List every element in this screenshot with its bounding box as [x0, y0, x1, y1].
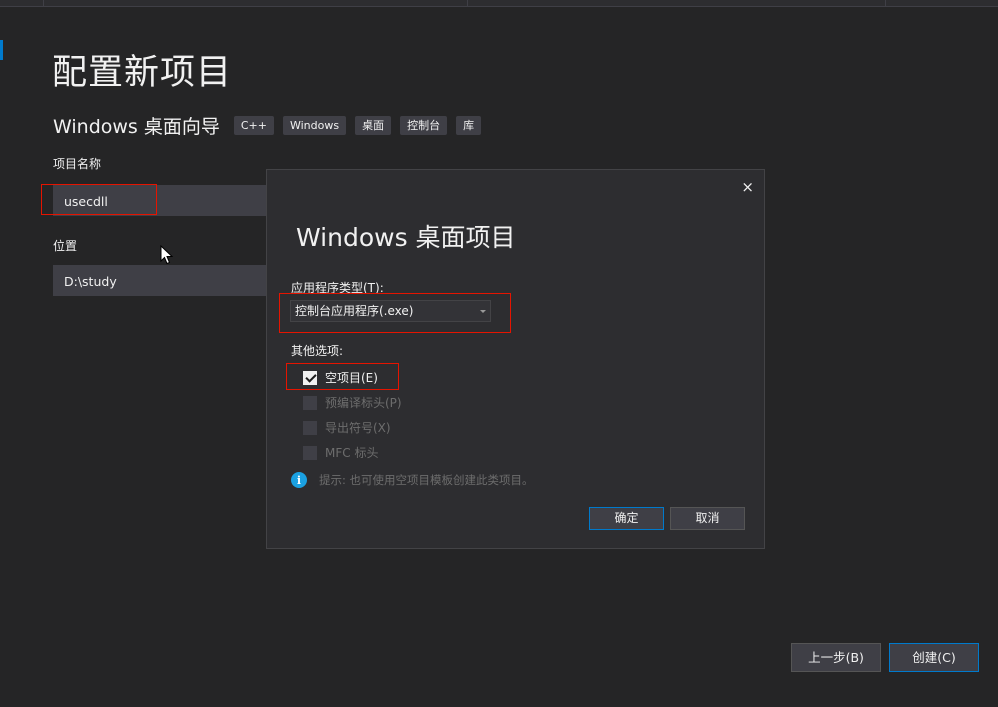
tag-console: 控制台 [400, 116, 448, 135]
option-precompiled-header-label: 预编译标头(P) [325, 396, 402, 410]
template-name: Windows 桌面向导 [53, 116, 220, 138]
info-icon: i [291, 472, 307, 488]
highlight-empty-project [286, 363, 399, 390]
highlight-app-type [279, 293, 511, 333]
dialog-title: Windows 桌面项目 [296, 223, 516, 252]
location-label: 位置 [53, 239, 78, 253]
option-export-symbols: 导出符号(X) [303, 419, 391, 436]
windows-desktop-project-dialog: × Windows 桌面项目 应用程序类型(T): 控制台应用程序(.exe) … [266, 169, 765, 549]
highlight-project-name [41, 184, 157, 215]
tag-library: 库 [456, 116, 482, 135]
location-input[interactable]: D:\study [53, 265, 268, 296]
ok-button[interactable]: 确定 [589, 507, 664, 530]
background-editor-strip [0, 0, 998, 7]
hint-row: i 提示: 也可使用空项目模板创建此类项目。 [291, 472, 534, 488]
checkbox-precompiled-header [303, 395, 317, 410]
hint-text: 提示: 也可使用空项目模板创建此类项目。 [319, 473, 534, 487]
create-button[interactable]: 创建(C) [889, 643, 979, 672]
tag-windows: Windows [282, 116, 347, 135]
template-row: Windows 桌面向导 C++ Windows 桌面 控制台 库 [53, 112, 490, 139]
checkbox-export-symbols [303, 420, 317, 435]
option-mfc-headers: MFC 标头 [303, 444, 378, 461]
cancel-button[interactable]: 取消 [670, 507, 745, 530]
option-export-symbols-label: 导出符号(X) [325, 421, 391, 435]
mouse-cursor-icon [160, 245, 174, 265]
other-options-label: 其他选项: [291, 344, 344, 358]
option-mfc-headers-label: MFC 标头 [325, 446, 379, 460]
tag-cpp: C++ [233, 116, 274, 135]
close-icon[interactable]: × [741, 178, 754, 196]
left-accent-bar [0, 40, 3, 60]
option-precompiled-header: 预编译标头(P) [303, 394, 402, 411]
project-name-label: 项目名称 [53, 157, 102, 171]
tag-desktop: 桌面 [355, 116, 392, 135]
back-button[interactable]: 上一步(B) [791, 643, 881, 672]
checkbox-mfc-headers [303, 445, 317, 460]
page-title: 配置新项目 [52, 53, 233, 93]
